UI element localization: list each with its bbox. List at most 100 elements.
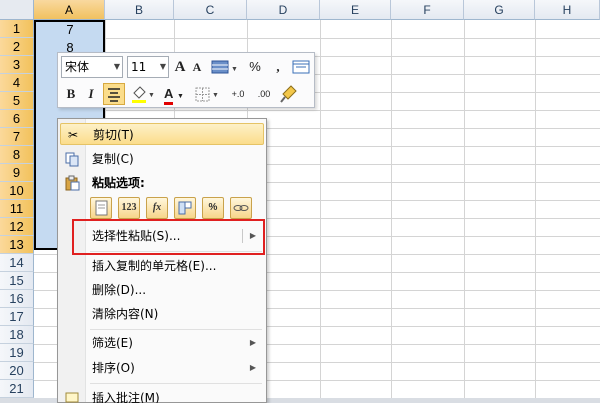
fill-color-button[interactable]: ▼ — [129, 83, 157, 105]
comment-icon — [64, 390, 80, 403]
menu-item-sort-label: 排序(O) — [92, 361, 135, 375]
menu-item-insert-copied-cells[interactable]: 插入复制的单元格(E)... — [60, 255, 264, 277]
font-color-button[interactable]: A ▼ — [161, 83, 187, 105]
select-all-corner[interactable] — [0, 0, 34, 20]
grow-font-icon: A — [174, 59, 186, 75]
grow-font-button[interactable]: A — [172, 56, 188, 78]
paste-option-formatting[interactable]: % — [202, 197, 224, 219]
row-header-2[interactable]: 2 — [0, 38, 34, 56]
menu-item-insert-comment-label: 插入批注(M) — [92, 391, 160, 403]
scissors-icon: ✂ — [67, 128, 79, 142]
row-header-9[interactable]: 9 — [0, 164, 34, 182]
merge-cells-icon — [292, 60, 310, 74]
paste-icon — [95, 200, 108, 216]
menu-item-cut-label: 剪切(T) — [93, 128, 134, 142]
column-header-g[interactable]: G — [464, 0, 535, 20]
menu-item-copy[interactable]: 复制(C) — [60, 148, 264, 170]
column-header-d[interactable]: D — [247, 0, 320, 20]
column-header-a[interactable]: A — [34, 0, 105, 20]
decrease-decimal-button[interactable]: .00 — [252, 83, 276, 105]
italic-icon: I — [88, 86, 94, 101]
cell-a1[interactable]: 7 — [36, 21, 104, 39]
chevron-right-icon: ▶ — [249, 338, 256, 347]
format-painter-button[interactable] — [279, 83, 299, 105]
svg-text:▼: ▼ — [231, 65, 238, 73]
column-header-h[interactable]: H — [535, 0, 600, 20]
merge-center-button[interactable] — [291, 56, 311, 78]
chevron-down-icon: ▼ — [113, 62, 120, 71]
row-header-3[interactable]: 3 — [0, 56, 34, 74]
menu-item-copy-label: 复制(C) — [92, 152, 134, 166]
context-menu: ✂ 剪切(T) 复制(C) 粘贴选项: 123 fx % 选择性粘贴(S)...… — [57, 118, 267, 403]
row-header-19[interactable]: 19 — [0, 344, 34, 362]
column-header-e[interactable]: E — [320, 0, 391, 20]
percent-icon: % — [249, 59, 261, 74]
menu-item-filter[interactable]: 筛选(E) ▶ — [60, 332, 264, 354]
row-header-15[interactable]: 15 — [0, 272, 34, 290]
format-style-button[interactable]: ▼ — [209, 56, 239, 78]
row-header-4[interactable]: 4 — [0, 74, 34, 92]
paste-option-link[interactable] — [230, 197, 252, 219]
svg-text:▼: ▼ — [148, 91, 155, 99]
row-header-10[interactable]: 10 — [0, 182, 34, 200]
align-center-icon — [108, 88, 120, 102]
row-header-16[interactable]: 16 — [0, 290, 34, 308]
paste-option-values[interactable]: 123 — [118, 197, 140, 219]
menu-item-cut[interactable]: ✂ 剪切(T) — [60, 123, 264, 145]
paste-option-formulas[interactable]: fx — [146, 197, 168, 219]
menu-item-clear-label: 清除内容(N) — [92, 307, 159, 321]
row-header-12[interactable]: 12 — [0, 218, 34, 236]
menu-item-insert-comment[interactable]: 插入批注(M) — [60, 387, 264, 403]
svg-text:▼: ▼ — [212, 91, 219, 99]
comma-icon: , — [276, 59, 280, 74]
bold-icon: B — [66, 86, 76, 101]
chevron-down-icon: ▼ — [177, 93, 184, 100]
clipboard-icon — [64, 175, 80, 191]
row-header-18[interactable]: 18 — [0, 326, 34, 344]
percent-style-button[interactable]: % — [247, 56, 263, 78]
borders-icon: ▼ — [195, 87, 219, 102]
font-size-value: 11 — [131, 60, 147, 74]
row-header-20[interactable]: 20 — [0, 362, 34, 380]
column-header-f[interactable]: F — [391, 0, 464, 20]
menu-item-insert-copied-label: 插入复制的单元格(E)... — [92, 259, 217, 273]
row-header-1[interactable]: 1 — [0, 20, 34, 38]
paste-formulas-icon: fx — [152, 202, 162, 213]
chevron-down-icon: ▼ — [159, 62, 166, 71]
row-header-6[interactable]: 6 — [0, 110, 34, 128]
borders-button[interactable]: ▼ — [193, 83, 221, 105]
row-header-5[interactable]: 5 — [0, 92, 34, 110]
paste-option-paste[interactable] — [90, 197, 112, 219]
paste-formatting-icon: % — [208, 202, 218, 213]
row-header-8[interactable]: 8 — [0, 146, 34, 164]
column-header-c[interactable]: C — [174, 0, 247, 20]
menu-item-clear-contents[interactable]: 清除内容(N) — [60, 303, 264, 325]
row-header-13[interactable]: 13 — [0, 236, 34, 254]
column-header-b[interactable]: B — [105, 0, 174, 20]
font-size-combo[interactable]: 11 ▼ — [127, 56, 169, 78]
format-painter-icon — [280, 85, 297, 103]
row-header-17[interactable]: 17 — [0, 308, 34, 326]
annotation-highlight-box — [72, 219, 265, 255]
italic-button[interactable]: I — [82, 83, 100, 105]
row-header-11[interactable]: 11 — [0, 200, 34, 218]
shrink-font-button[interactable]: A — [189, 56, 205, 78]
menu-item-sort[interactable]: 排序(O) ▶ — [60, 357, 264, 379]
paste-link-icon — [233, 205, 249, 211]
menu-item-delete[interactable]: 删除(D)... — [60, 279, 264, 301]
menu-separator — [90, 329, 262, 330]
bold-button[interactable]: B — [62, 83, 80, 105]
font-color-icon: A — [164, 86, 174, 105]
font-name-value: 宋体 — [65, 60, 90, 74]
comma-style-button[interactable]: , — [271, 56, 285, 78]
chevron-right-icon: ▶ — [249, 363, 256, 372]
increase-decimal-button[interactable]: +.0 — [226, 83, 250, 105]
copy-icon — [64, 151, 80, 167]
center-align-button[interactable] — [103, 83, 125, 105]
font-name-combo[interactable]: 宋体 ▼ — [61, 56, 123, 78]
menu-item-delete-label: 删除(D)... — [92, 283, 147, 297]
row-header-21[interactable]: 21 — [0, 380, 34, 398]
row-header-7[interactable]: 7 — [0, 128, 34, 146]
row-header-14[interactable]: 14 — [0, 254, 34, 272]
paste-option-transpose[interactable] — [174, 197, 196, 219]
